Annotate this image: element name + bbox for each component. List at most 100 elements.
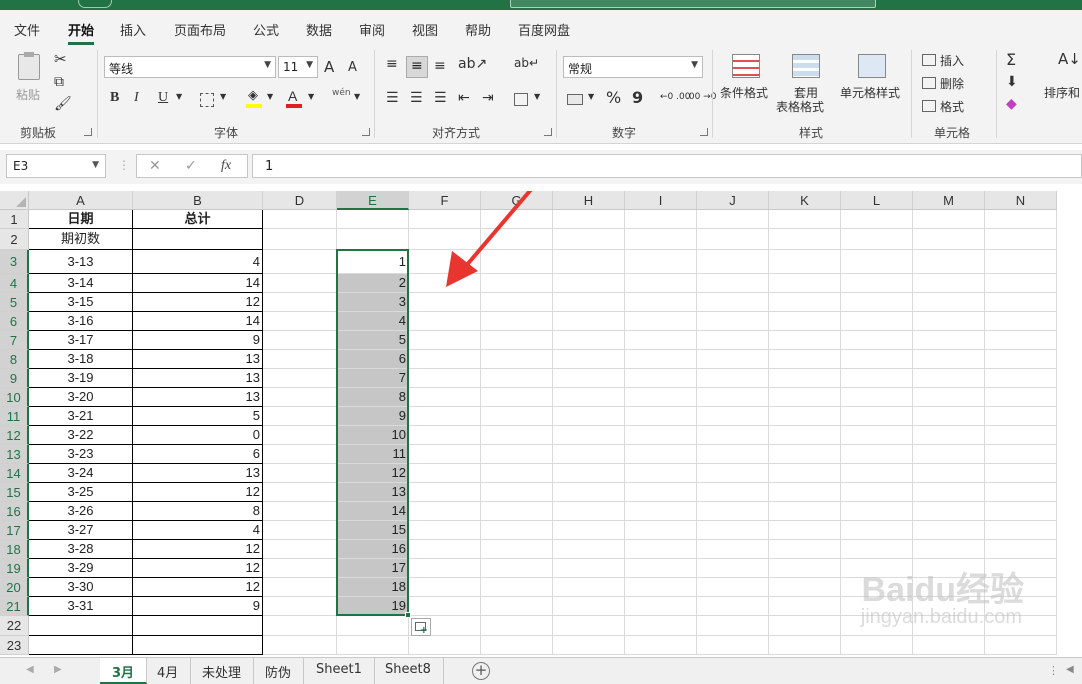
cell-h21[interactable] bbox=[553, 597, 625, 616]
cell-i17[interactable] bbox=[625, 521, 697, 540]
cell-f8[interactable] bbox=[409, 350, 481, 369]
align-right-icon[interactable]: ☰ bbox=[434, 90, 447, 106]
cell-d5[interactable] bbox=[263, 293, 337, 312]
cell-e2[interactable] bbox=[337, 229, 409, 250]
cell-k6[interactable] bbox=[769, 312, 841, 331]
cell-j8[interactable] bbox=[697, 350, 769, 369]
cell-g10[interactable] bbox=[481, 388, 553, 407]
cell-a22[interactable] bbox=[29, 616, 133, 636]
cell-b15[interactable]: 12 bbox=[133, 483, 263, 502]
row-header-8[interactable]: 8 bbox=[0, 350, 29, 369]
cell-a5[interactable]: 3-15 bbox=[29, 293, 133, 312]
formula-input[interactable]: 1 bbox=[252, 154, 1082, 178]
cell-h23[interactable] bbox=[553, 636, 625, 655]
font-size-select[interactable]: 11 ▼ bbox=[278, 56, 318, 78]
cell-i18[interactable] bbox=[625, 540, 697, 559]
cell-l13[interactable] bbox=[841, 445, 913, 464]
sheet-tab-sheet1[interactable]: Sheet1 bbox=[304, 658, 375, 684]
auto-fill-options-button[interactable] bbox=[411, 618, 431, 636]
cell-e1[interactable] bbox=[337, 210, 409, 229]
cell-h18[interactable] bbox=[553, 540, 625, 559]
cell-b17[interactable]: 4 bbox=[133, 521, 263, 540]
cell-l8[interactable] bbox=[841, 350, 913, 369]
cell-a20[interactable]: 3-30 bbox=[29, 578, 133, 597]
decrease-indent-icon[interactable]: ⇤ bbox=[458, 90, 470, 106]
cell-d4[interactable] bbox=[263, 274, 337, 293]
cell-a21[interactable]: 3-31 bbox=[29, 597, 133, 616]
cell-l12[interactable] bbox=[841, 426, 913, 445]
cell-h8[interactable] bbox=[553, 350, 625, 369]
cell-d18[interactable] bbox=[263, 540, 337, 559]
cell-b3[interactable]: 4 bbox=[133, 250, 263, 274]
cell-e5[interactable]: 3 bbox=[337, 293, 409, 312]
cell-a2[interactable]: 期初数 bbox=[29, 229, 133, 250]
cell-k13[interactable] bbox=[769, 445, 841, 464]
cell-e8[interactable]: 6 bbox=[337, 350, 409, 369]
cell-b4[interactable]: 14 bbox=[133, 274, 263, 293]
cell-m18[interactable] bbox=[913, 540, 985, 559]
row-header-5[interactable]: 5 bbox=[0, 293, 29, 312]
cell-k3[interactable] bbox=[769, 250, 841, 274]
cell-n9[interactable] bbox=[985, 369, 1057, 388]
wrap-text-icon[interactable]: ab↵ bbox=[514, 56, 539, 70]
cell-l23[interactable] bbox=[841, 636, 913, 655]
cell-j19[interactable] bbox=[697, 559, 769, 578]
row-header-10[interactable]: 10 bbox=[0, 388, 29, 407]
format-as-table-button[interactable]: 套用 表格格式 bbox=[776, 52, 836, 116]
row-header-3[interactable]: 3 bbox=[0, 250, 29, 274]
cell-m17[interactable] bbox=[913, 521, 985, 540]
cell-b22[interactable] bbox=[133, 616, 263, 636]
cell-f9[interactable] bbox=[409, 369, 481, 388]
cell-b2[interactable] bbox=[133, 229, 263, 250]
cut-icon[interactable]: ✂ bbox=[54, 50, 67, 68]
cell-i4[interactable] bbox=[625, 274, 697, 293]
cell-h2[interactable] bbox=[553, 229, 625, 250]
cell-g23[interactable] bbox=[481, 636, 553, 655]
next-sheet-icon[interactable]: ▶ bbox=[54, 664, 62, 675]
sheet-tab-unprocessed[interactable]: 未处理 bbox=[190, 658, 255, 684]
cell-k4[interactable] bbox=[769, 274, 841, 293]
chevron-down-icon[interactable]: ▼ bbox=[354, 92, 360, 101]
cell-j4[interactable] bbox=[697, 274, 769, 293]
cell-h15[interactable] bbox=[553, 483, 625, 502]
cell-l16[interactable] bbox=[841, 502, 913, 521]
cell-n6[interactable] bbox=[985, 312, 1057, 331]
cell-k15[interactable] bbox=[769, 483, 841, 502]
cell-j14[interactable] bbox=[697, 464, 769, 483]
cell-f15[interactable] bbox=[409, 483, 481, 502]
cell-m9[interactable] bbox=[913, 369, 985, 388]
cell-k22[interactable] bbox=[769, 616, 841, 636]
cell-f17[interactable] bbox=[409, 521, 481, 540]
cell-l4[interactable] bbox=[841, 274, 913, 293]
cell-b1[interactable]: 总计 bbox=[133, 210, 263, 229]
chevron-down-icon[interactable]: ▼ bbox=[220, 92, 226, 101]
cell-n11[interactable] bbox=[985, 407, 1057, 426]
cell-k19[interactable] bbox=[769, 559, 841, 578]
cell-g21[interactable] bbox=[481, 597, 553, 616]
cell-n21[interactable] bbox=[985, 597, 1057, 616]
cell-f14[interactable] bbox=[409, 464, 481, 483]
cell-l22[interactable] bbox=[841, 616, 913, 636]
row-header-15[interactable]: 15 bbox=[0, 483, 29, 502]
cell-i21[interactable] bbox=[625, 597, 697, 616]
cell-n23[interactable] bbox=[985, 636, 1057, 655]
cell-m8[interactable] bbox=[913, 350, 985, 369]
row-header-18[interactable]: 18 bbox=[0, 540, 29, 559]
cell-i14[interactable] bbox=[625, 464, 697, 483]
percent-button[interactable]: % bbox=[606, 88, 621, 107]
cell-a19[interactable]: 3-29 bbox=[29, 559, 133, 578]
cell-g19[interactable] bbox=[481, 559, 553, 578]
cell-b5[interactable]: 12 bbox=[133, 293, 263, 312]
cell-d7[interactable] bbox=[263, 331, 337, 350]
column-header-m[interactable]: M bbox=[913, 191, 985, 210]
row-header-7[interactable]: 7 bbox=[0, 331, 29, 350]
sheet-tab-april[interactable]: 4月 bbox=[145, 658, 192, 684]
cell-a16[interactable]: 3-26 bbox=[29, 502, 133, 521]
cell-a23[interactable] bbox=[29, 636, 133, 655]
name-box[interactable]: E3 ▼ bbox=[6, 154, 106, 178]
cell-h17[interactable] bbox=[553, 521, 625, 540]
sheet-tab-anti-counterfeit[interactable]: 防伪 bbox=[253, 658, 305, 684]
tab-baidu-netdisk[interactable]: 百度网盘 bbox=[518, 20, 570, 39]
cell-a13[interactable]: 3-23 bbox=[29, 445, 133, 464]
underline-button[interactable]: U bbox=[158, 90, 168, 106]
